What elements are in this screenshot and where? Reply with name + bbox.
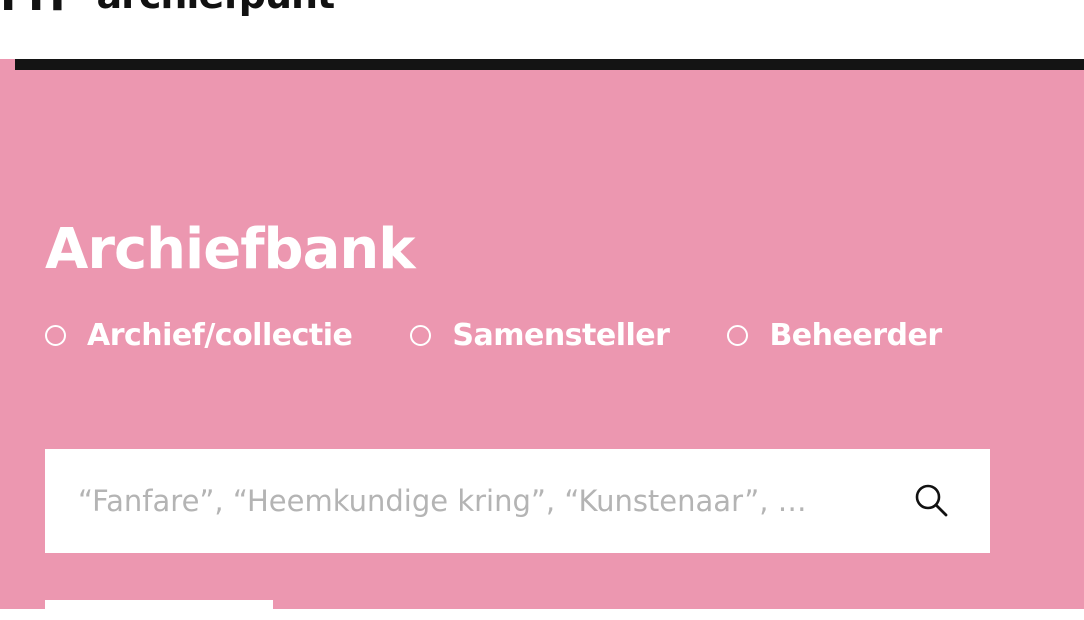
site-header: FIT archiefpunt: [0, 0, 1084, 59]
radio-archief-collectie[interactable]: Archief/collectie: [45, 317, 353, 353]
radio-samensteller[interactable]: Samensteller: [410, 317, 670, 353]
radio-label: Samensteller: [452, 317, 670, 353]
radio-circle-icon[interactable]: [410, 324, 432, 346]
search-input[interactable]: [78, 449, 898, 553]
search-icon[interactable]: [914, 483, 950, 519]
page-title: Archiefbank: [45, 217, 416, 282]
radio-circle-icon[interactable]: [727, 324, 749, 346]
radio-label: Beheerder: [769, 317, 942, 353]
header-divider-bar: [15, 59, 1084, 70]
radio-beheerder[interactable]: Beheerder: [727, 317, 942, 353]
logo[interactable]: FIT archiefpunt: [0, 0, 335, 21]
header-pink-edge: [0, 59, 15, 70]
logo-text: archiefpunt: [96, 0, 335, 17]
logo-mark: FIT: [0, 0, 72, 21]
search-submit-button[interactable]: [45, 600, 273, 620]
radio-circle-icon[interactable]: [45, 324, 66, 346]
archiefbank-section: Archiefbank Archief/collectie Samenstell…: [0, 70, 1084, 620]
search-type-radio-group: Archief/collectie Samensteller Beheerder: [45, 312, 942, 358]
radio-label: Archief/collectie: [87, 317, 353, 353]
search-box: [45, 449, 990, 553]
